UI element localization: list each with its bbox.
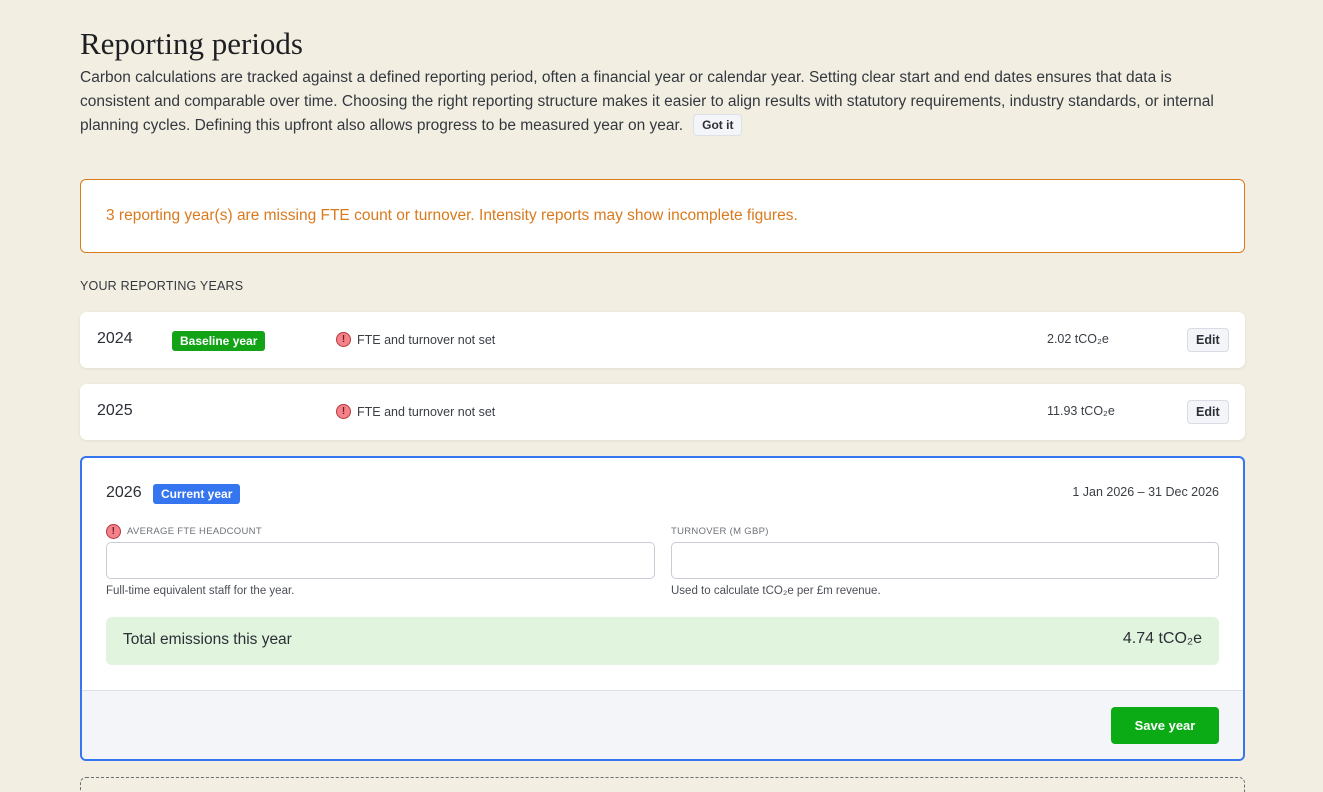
card-footer: Save year [82,690,1243,759]
got-it-button[interactable]: Got it [693,114,743,136]
warning-icon: ! [336,404,351,419]
warning-icon: ! [336,332,351,347]
current-year-card: 2026 Current year 1 Jan 2026 – 31 Dec 20… [80,456,1245,761]
turnover-field-label: TURNOVER (M GBP) [671,526,769,537]
edit-year-button[interactable]: Edit [1187,328,1229,352]
total-emissions-value: 4.74 tCO₂e [1122,630,1202,647]
fte-field-label: ! AVERAGE FTE HEADCOUNT [106,524,262,539]
fte-headcount-input[interactable] [106,542,655,579]
current-year-dates: 1 Jan 2026 – 31 Dec 2026 [1072,485,1219,499]
missing-data-alert: 3 reporting year(s) are missing FTE coun… [80,179,1245,253]
baseline-year-badge: Baseline year [172,331,266,351]
intro-text: Carbon calculations are tracked against … [80,69,1214,134]
alert-text: 3 reporting year(s) are missing FTE coun… [106,207,798,224]
warning-text: FTE and turnover not set [357,404,496,419]
year-label: 2024 [97,330,133,347]
add-year-placeholder[interactable] [80,777,1245,792]
edit-year-button[interactable]: Edit [1187,400,1229,424]
warning-icon: ! [106,524,121,539]
turnover-help-text: Used to calculate tCO₂e per £m revenue. [671,585,881,597]
year-emissions: 11.93 tCO₂e [1047,404,1115,418]
turnover-input[interactable] [671,542,1219,579]
current-year-badge: Current year [153,484,241,504]
save-year-button[interactable]: Save year [1111,707,1219,744]
total-emissions-label: Total emissions this year [123,631,292,648]
turnover-label-text: TURNOVER (M GBP) [671,526,769,537]
intro-paragraph: Carbon calculations are tracked against … [80,66,1230,138]
warning-text: FTE and turnover not set [357,332,496,347]
page-title: Reporting periods [80,26,303,61]
total-emissions-box: Total emissions this year 4.74 tCO₂e [106,617,1219,665]
year-row-2025: 2025 ! FTE and turnover not set 11.93 tC… [80,384,1245,440]
section-label: YOUR REPORTING YEARS [80,279,244,293]
year-row-2024: 2024 Baseline year ! FTE and turnover no… [80,312,1245,368]
fte-label-text: AVERAGE FTE HEADCOUNT [127,526,262,537]
year-emissions: 2.02 tCO₂e [1047,332,1109,346]
fte-help-text: Full-time equivalent staff for the year. [106,585,295,597]
year-label: 2025 [97,402,133,419]
current-year-label: 2026 [106,484,142,501]
missing-data-warning: ! FTE and turnover not set [336,332,495,347]
missing-data-warning: ! FTE and turnover not set [336,404,495,419]
